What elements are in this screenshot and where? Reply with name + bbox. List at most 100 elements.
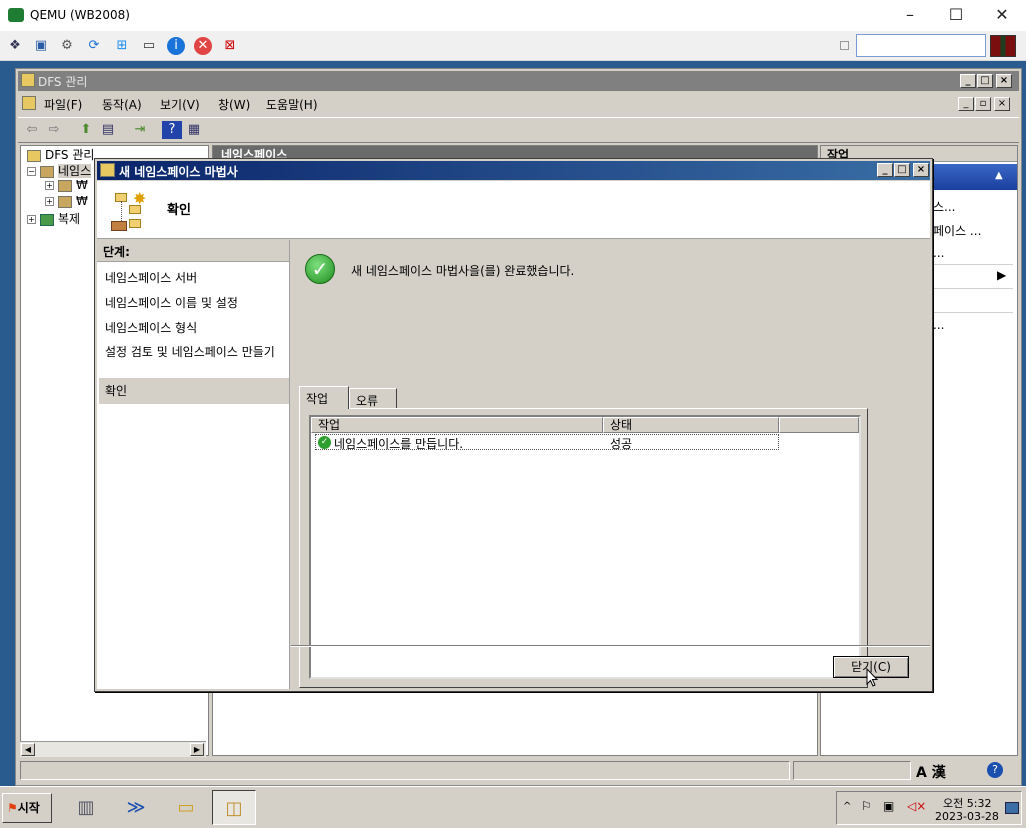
mmc-minimize-button[interactable]: _ [960, 74, 976, 88]
menu-file[interactable]: 파일(F) [44, 96, 82, 113]
tree-horizontal-scrollbar[interactable]: ◀ ▶ [20, 741, 206, 757]
step-item: 네임스페이스 서버 [105, 271, 198, 285]
network-icon[interactable]: ❖ [6, 37, 24, 55]
show-tree-icon[interactable]: ▤ [98, 121, 118, 139]
network-tray-icon[interactable]: ▣ [883, 799, 894, 813]
windows-icon[interactable]: ⊞ [113, 37, 131, 55]
mmc-status-bar: A 漢 ? [18, 760, 1019, 782]
action-item[interactable]: 페이스 ... [933, 222, 981, 239]
wizard-maximize-button[interactable]: □ [894, 163, 910, 177]
color-preview[interactable] [990, 35, 1016, 57]
step-item: 네임스페이스 형식 [105, 321, 198, 335]
back-icon[interactable]: ⇦ [22, 121, 42, 139]
scroll-right-icon[interactable]: ▶ [190, 743, 204, 756]
expand-icon[interactable]: + [45, 197, 54, 206]
wizard-minimize-button[interactable]: _ [877, 163, 893, 177]
tree-item-child1[interactable]: + ₩ [45, 178, 88, 194]
forward-icon[interactable]: ⇨ [44, 121, 64, 139]
collapse-up-icon[interactable]: ▲ [995, 170, 1003, 181]
refresh-icon[interactable]: ⟳ [85, 37, 103, 55]
menu-view[interactable]: 보기(V) [160, 96, 200, 113]
tree-item-child1-label: ₩ [76, 178, 88, 192]
ime-indicator[interactable]: A 漢 [916, 762, 946, 782]
usb-icon[interactable]: ▭ [140, 37, 158, 55]
command-input[interactable] [856, 34, 986, 57]
task-status: 성공 [610, 437, 633, 451]
mmc-maximize-button[interactable]: □ [977, 74, 993, 88]
clock-date[interactable]: 2023-03-28 [935, 810, 999, 823]
checkbox-icon[interactable] [840, 41, 849, 50]
dfs-taskbar-icon[interactable]: ◫ [212, 790, 256, 825]
explorer-icon[interactable]: ▭ [164, 790, 208, 825]
steps-header: 단계: [97, 240, 289, 262]
start-button[interactable]: ⚑시작 [2, 793, 52, 823]
dfs-icon [27, 149, 41, 162]
tray-expand-icon[interactable]: ^ [843, 801, 851, 812]
namespace-icon [40, 165, 54, 178]
expand-icon[interactable]: + [27, 215, 36, 224]
action-item[interactable]: ... [933, 318, 944, 332]
success-check-icon: ✓ [305, 254, 335, 284]
fullscreen-icon[interactable]: ▣ [32, 37, 50, 55]
maximize-button[interactable]: ☐ [941, 4, 971, 26]
stop-icon[interactable]: ✕ [194, 37, 212, 55]
minimize-button[interactable]: – [895, 4, 925, 26]
menu-help[interactable]: 도움말(H) [266, 96, 318, 113]
menu-action[interactable]: 동작(A) [102, 96, 142, 113]
scroll-left-icon[interactable]: ◀ [21, 743, 35, 756]
flag-icon[interactable]: ⚐ [861, 799, 872, 813]
tree-item-child2-label: ₩ [76, 194, 88, 208]
expand-icon[interactable]: + [45, 181, 54, 190]
help-icon[interactable]: ? [987, 762, 1003, 778]
tree-item-replication[interactable]: + 복제 [27, 210, 80, 226]
export-icon[interactable]: ⇥ [130, 121, 150, 139]
column-header-status[interactable]: 상태 [603, 417, 779, 433]
child-restore-button[interactable]: ▫ [975, 97, 991, 111]
snapshot-icon[interactable]: ⊠ [221, 37, 239, 55]
tree-item-replication-label: 복제 [58, 212, 81, 226]
mmc-close-button[interactable]: × [996, 74, 1012, 88]
task-list[interactable]: 작업 상태 ✓ 네임스페이스를 만듭니다. 성공 [309, 415, 861, 679]
collapse-icon[interactable]: − [27, 167, 36, 176]
up-icon[interactable]: ⬆ [76, 121, 96, 139]
tab-errors[interactable]: 오류 [349, 388, 397, 408]
wizard-content: ✓ 새 네임스페이스 마법사을(를) 완료했습니다. 작업 오류 작업 상태 ✓… [291, 240, 930, 688]
info-icon[interactable]: i [167, 37, 185, 55]
start-label: 시작 [17, 801, 40, 815]
table-row[interactable]: ✓ 네임스페이스를 만듭니다. 성공 [315, 434, 779, 451]
help-icon[interactable]: ? [162, 121, 182, 139]
mouse-cursor-icon [866, 667, 879, 688]
taskbar: ⚑시작 ▥ ≫ ▭ ◫ ^ ⚐ ▣ ◁× 오전 5:32 2023-03-28 [0, 786, 1026, 828]
mmc-menu-bar: 파일(F) 동작(A) 보기(V) 창(W) 도움말(H) _ ▫ × [18, 93, 1019, 115]
menu-window[interactable]: 창(W) [218, 96, 250, 113]
clock-time[interactable]: 오전 5:32 [943, 795, 991, 811]
column-header-task[interactable]: 작업 [311, 417, 603, 433]
action-pane-icon[interactable]: ▦ [184, 121, 204, 139]
tree-item-namespaces[interactable]: − 네임스 [27, 162, 92, 178]
step-item: 설정 검토 및 네임스페이스 만들기 [105, 345, 275, 359]
server-manager-icon[interactable]: ▥ [64, 790, 108, 825]
qemu-title-bar: QEMU (WB2008) – ☐ ✕ [0, 0, 1026, 31]
tab-tasks[interactable]: 작업 [299, 386, 349, 409]
action-item[interactable]: ... [933, 246, 944, 260]
volume-muted-icon[interactable]: ◁× [907, 799, 926, 813]
close-button[interactable]: ✕ [987, 4, 1017, 26]
wizard-title-bar: 새 네임스페이스 마법사 _ □ × [97, 161, 930, 180]
child-close-button[interactable]: × [994, 97, 1010, 111]
child-minimize-button[interactable]: _ [958, 97, 974, 111]
column-header-empty[interactable] [779, 417, 859, 433]
settings-icon[interactable]: ⚙ [58, 37, 76, 55]
mmc-title-bar: DFS 관리 _ □ × [18, 71, 1019, 91]
task-name: 네임스페이스를 만듭니다. [334, 437, 464, 451]
success-message: 새 네임스페이스 마법사을(를) 완료했습니다. [351, 264, 575, 278]
dfs-app-icon [21, 73, 35, 87]
qemu-logo-icon [8, 8, 24, 22]
show-desktop-icon[interactable] [1005, 802, 1019, 814]
wizard-close-button[interactable]: × [913, 163, 929, 177]
powershell-icon[interactable]: ≫ [114, 790, 158, 825]
tree-item-root[interactable]: DFS 관리 [27, 146, 94, 162]
submenu-arrow-icon[interactable]: ▶ [997, 268, 1006, 282]
action-item[interactable]: 스... [933, 198, 955, 215]
windows-flag-icon: ⚑ [7, 801, 18, 815]
tree-item-child2[interactable]: + ₩ [45, 194, 88, 210]
